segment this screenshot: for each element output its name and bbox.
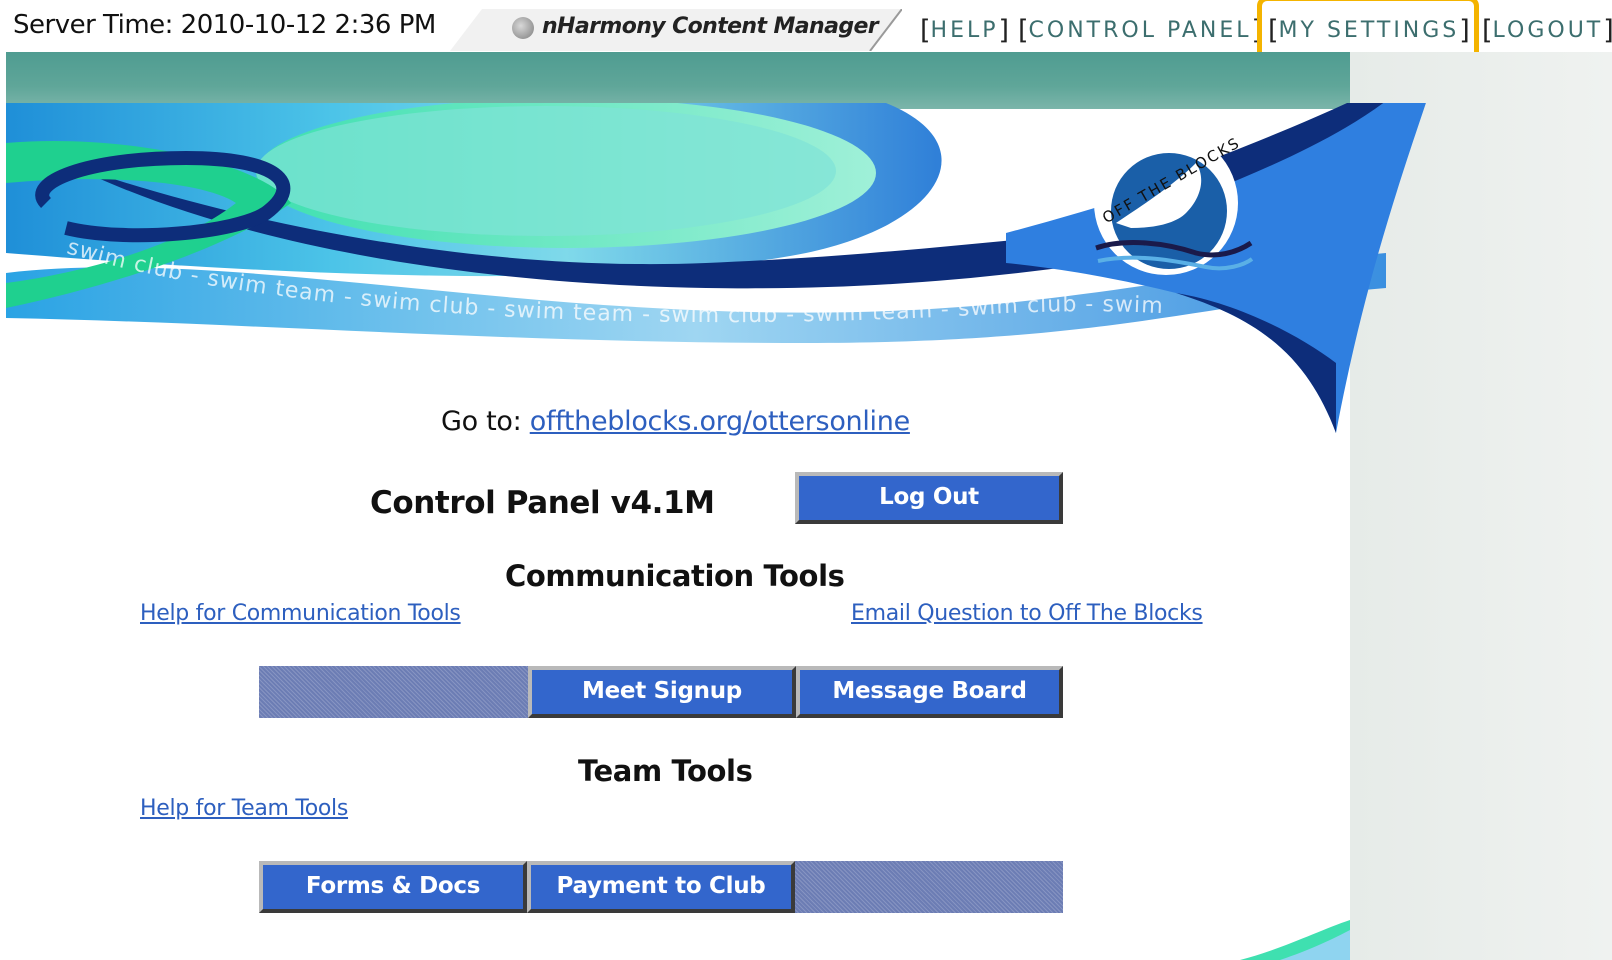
help-communication-tools-link[interactable]: Help for Communication Tools	[140, 601, 461, 626]
ottersonline-link[interactable]: offtheblocks.org/ottersonline	[530, 406, 910, 437]
nharmony-logo-icon	[512, 17, 534, 39]
message-board-button[interactable]: Message Board	[796, 666, 1063, 718]
control-panel-nav-link[interactable]: [CONTROL PANEL]	[1018, 13, 1262, 46]
top-bar: Server Time: 2010-10-12 2:36 PM nHarmony…	[0, 0, 1612, 77]
control-panel-nav-label: CONTROL PANEL	[1028, 18, 1252, 43]
goto-line: Go to: offtheblocks.org/ottersonline	[441, 406, 910, 437]
help-nav-link[interactable]: [HELP]	[920, 13, 1009, 46]
communication-tools-heading: Communication Tools	[505, 559, 845, 593]
payment-to-club-button[interactable]: Payment to Club	[527, 861, 795, 913]
log-out-button[interactable]: Log Out	[795, 472, 1063, 524]
my-settings-nav-label: MY SETTINGS	[1278, 18, 1460, 43]
bottom-swoosh-decoration	[1240, 920, 1350, 960]
logout-nav-link[interactable]: [LOGOUT]	[1482, 13, 1612, 46]
meet-signup-button[interactable]: Meet Signup	[528, 666, 796, 718]
my-settings-nav-link[interactable]: [MY SETTINGS]	[1268, 13, 1470, 46]
email-question-link[interactable]: Email Question to Off The Blocks	[851, 601, 1203, 626]
goto-label: Go to:	[441, 406, 530, 437]
off-the-blocks-logo: OFF THE BLOCKS	[1094, 131, 1254, 275]
help-team-tools-link[interactable]: Help for Team Tools	[140, 796, 348, 821]
server-time: Server Time: 2010-10-12 2:36 PM	[13, 10, 436, 40]
logout-nav-label: LOGOUT	[1492, 18, 1604, 43]
app-title: nHarmony Content Manager	[542, 14, 879, 39]
forms-docs-button[interactable]: Forms & Docs	[259, 861, 527, 913]
team-tools-heading: Team Tools	[578, 754, 753, 788]
help-nav-label: HELP	[930, 18, 999, 43]
control-panel-title: Control Panel v4.1M	[370, 485, 715, 521]
